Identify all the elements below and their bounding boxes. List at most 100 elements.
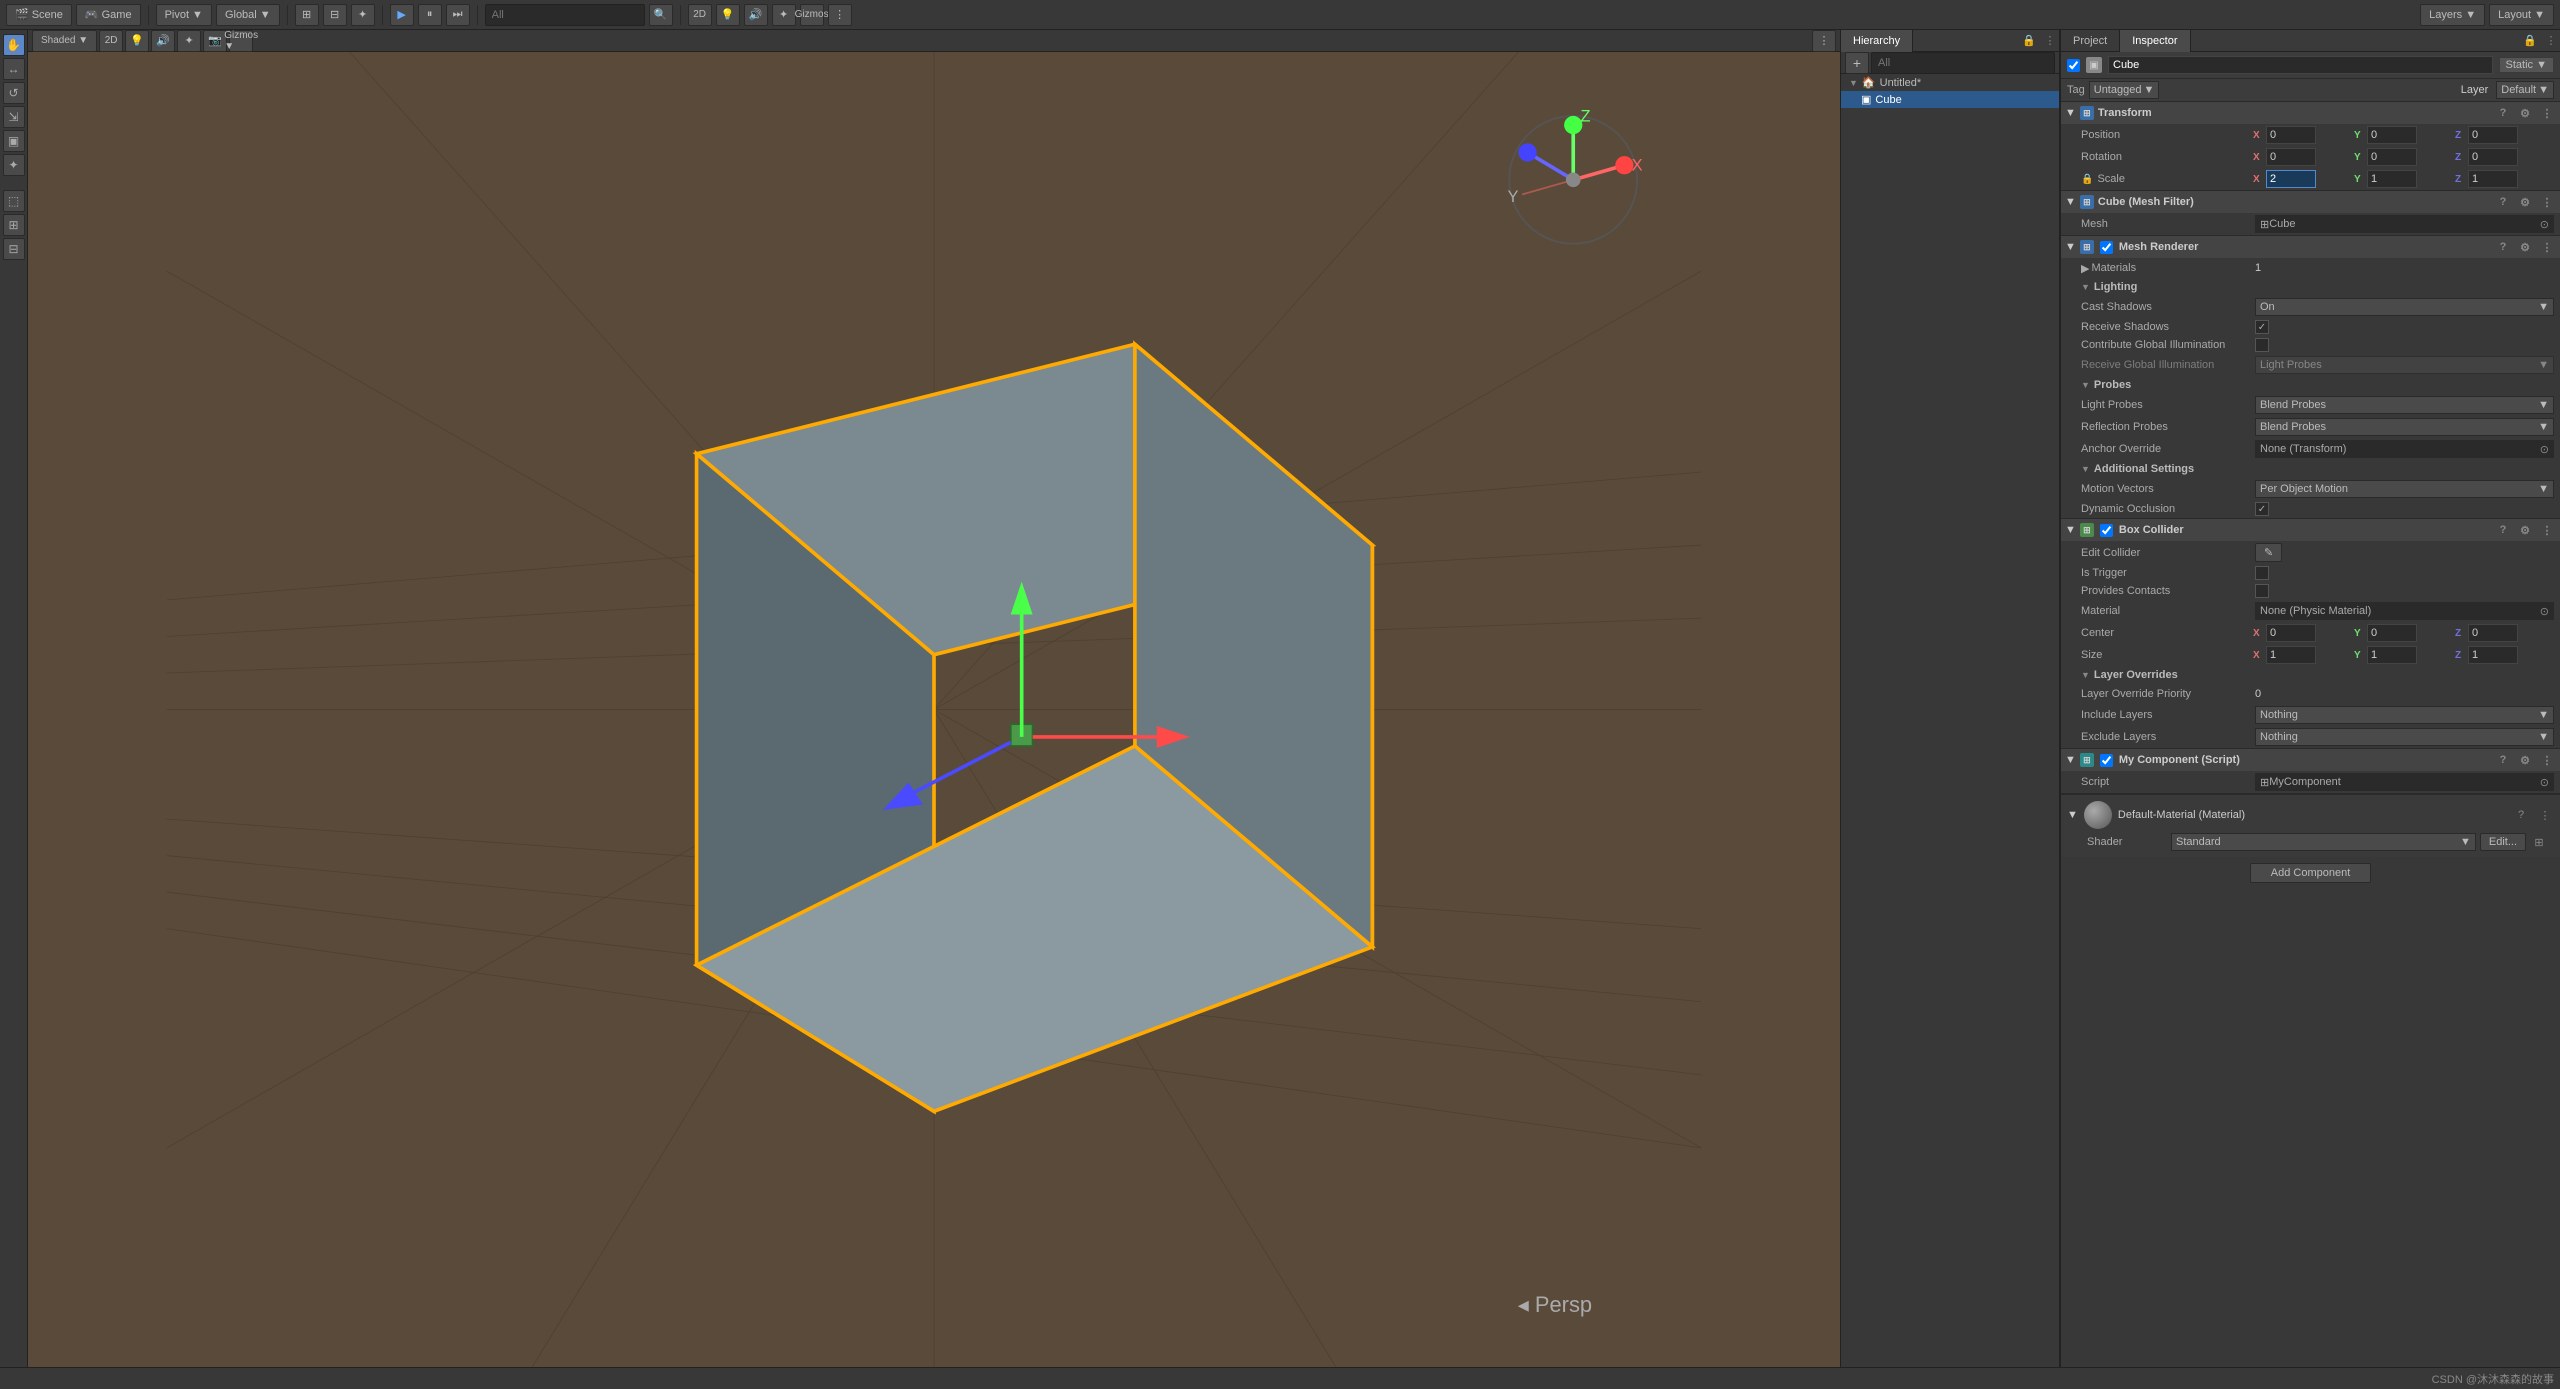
hierarchy-search[interactable] [1871,52,2055,74]
material-header[interactable]: ▼ Default-Material (Material) ? ⋮ [2067,799,2554,831]
provides-contacts-check[interactable] [2255,584,2269,598]
material-expand-icon[interactable]: ⊞ [2530,833,2548,851]
position-z-input[interactable] [2468,126,2518,144]
move-tool[interactable]: ↔ [3,58,25,80]
mesh-ref-field[interactable]: ⊞ Cube ⊙ [2255,215,2554,233]
tag-dropdown[interactable]: Untagged▼ [2089,81,2160,99]
project-tab[interactable]: Project [2061,30,2120,52]
reflection-probes-dropdown[interactable]: Blend Probes ▼ [2255,418,2554,436]
material-help-icon[interactable]: ? [2512,806,2530,824]
motion-vectors-dropdown[interactable]: Per Object Motion ▼ [2255,480,2554,498]
inspector-more-icon[interactable]: ⋮ [2542,32,2560,50]
rect-tool[interactable]: ▣ [3,130,25,152]
play-btn[interactable]: ▶ [390,4,414,26]
materials-arrow[interactable]: ▶ [2081,262,2089,275]
inspector-tab[interactable]: Inspector [2120,30,2190,52]
box-collider-help-icon[interactable]: ? [2494,521,2512,539]
size-z-input[interactable] [2468,646,2518,664]
static-btn[interactable]: Static ▼ [2499,57,2554,73]
mesh-filter-more-icon[interactable]: ⋮ [2538,193,2556,211]
contribute-gi-check[interactable] [2255,338,2269,352]
mesh-pick-icon[interactable]: ⊙ [2540,218,2549,231]
is-trigger-check[interactable] [2255,566,2269,580]
pivot-btn[interactable]: Pivot ▼ [156,4,212,26]
shading-btn[interactable]: Shaded ▼ [32,30,97,52]
lighting-section-label[interactable]: ▼ Lighting [2061,278,2560,296]
2d-scene-btn[interactable]: 2D [99,30,123,52]
scene-fx-btn[interactable]: ✦ [177,30,201,52]
scale-y-input[interactable] [2367,170,2417,188]
collider-material-pick-icon[interactable]: ⊙ [2540,605,2549,618]
game-tab-btn[interactable]: 🎮 Game [76,4,141,26]
grid-snap-btn[interactable]: ⊞ [295,4,319,26]
scale-z-input[interactable] [2468,170,2518,188]
active-checkbox[interactable] [2067,59,2080,72]
size-x-input[interactable] [2266,646,2316,664]
layout-btn[interactable]: Layout▼ [2489,4,2554,26]
shader-dropdown[interactable]: Standard ▼ [2171,833,2476,851]
receive-shadows-check[interactable]: ✓ [2255,320,2269,334]
transform-more-icon[interactable]: ⋮ [2538,104,2556,122]
box-collider-enable[interactable] [2100,524,2113,537]
material-more-icon[interactable]: ⋮ [2536,806,2554,824]
pause-btn[interactable]: ⏸ [418,4,442,26]
scene-gizmos-btn[interactable]: Gizmos ▼ [229,30,253,52]
scale-lock-icon[interactable]: 🔒 [2081,174,2093,185]
center-y-input[interactable] [2367,624,2417,642]
layer-dropdown[interactable]: Default▼ [2496,81,2554,99]
rotation-x-input[interactable] [2266,148,2316,166]
my-component-enable[interactable] [2100,754,2113,767]
size-y-input[interactable] [2367,646,2417,664]
mesh-renderer-settings-icon[interactable]: ⚙ [2516,238,2534,256]
light-probes-dropdown[interactable]: Blend Probes ▼ [2255,396,2554,414]
hierarchy-tab[interactable]: Hierarchy [1841,30,1913,52]
scene-tab-btn[interactable]: 🎬 Scene [6,4,72,26]
fx-btn[interactable]: ✦ [772,4,796,26]
mesh-filter-header[interactable]: ▼ ⊞ Cube (Mesh Filter) ? ⚙ ⋮ [2061,191,2560,213]
hierarchy-untitled[interactable]: ▼ 🏠 Untitled* [1841,74,2059,91]
script-ref-field[interactable]: ⊞ MyComponent ⊙ [2255,773,2554,791]
mesh-renderer-more-icon[interactable]: ⋮ [2538,238,2556,256]
receive-gi-dropdown[interactable]: Light Probes ▼ [2255,356,2554,374]
hierarchy-cube[interactable]: ▣ Cube [1841,91,2059,108]
include-layers-dropdown[interactable]: Nothing ▼ [2255,706,2554,724]
mesh-renderer-header[interactable]: ▼ ⊞ Mesh Renderer ? ⚙ ⋮ [2061,236,2560,258]
transform-header[interactable]: ▼ ⊞ Transform ? ⚙ ⋮ [2061,102,2560,124]
gizmos-btn[interactable]: Gizmos [800,4,824,26]
more-btn[interactable]: ⋮ [828,4,852,26]
transform-settings-icon[interactable]: ⚙ [2516,104,2534,122]
mesh-filter-settings-icon[interactable]: ⚙ [2516,193,2534,211]
collider-material-field[interactable]: None (Physic Material) ⊙ [2255,602,2554,620]
step-btn[interactable]: ⏭ [446,4,470,26]
box-collider-more-icon[interactable]: ⋮ [2538,521,2556,539]
script-pick-icon[interactable]: ⊙ [2540,776,2549,789]
anchor-pick-icon[interactable]: ⊙ [2540,443,2549,456]
scene-more-btn[interactable]: ⋮ [1812,30,1836,52]
position-x-input[interactable] [2266,126,2316,144]
search-icon[interactable]: 🔍 [649,4,673,26]
snap-btn[interactable]: ⊟ [323,4,347,26]
editor-tool-2[interactable]: ⊞ [3,214,25,236]
editor-tool-1[interactable]: ⬚ [3,190,25,212]
scene-audio-btn[interactable]: 🔊 [151,30,175,52]
edit-collider-btn[interactable]: ✎ [2255,543,2282,562]
transform-tool[interactable]: ✦ [3,154,25,176]
cast-shadows-dropdown[interactable]: On ▼ [2255,298,2554,316]
center-z-input[interactable] [2468,624,2518,642]
scene-view[interactable]: Shaded ▼ 2D 💡 🔊 ✦ 📷 Gizmos ▼ ⋮ [28,30,1840,1367]
hand-tool[interactable]: ✋ [3,34,25,56]
additional-settings-label[interactable]: ▼ Additional Settings [2061,460,2560,478]
position-y-input[interactable] [2367,126,2417,144]
exclude-layers-dropdown[interactable]: Nothing ▼ [2255,728,2554,746]
box-collider-header[interactable]: ▼ ⊞ Box Collider ? ⚙ ⋮ [2061,519,2560,541]
anchor-ref-field[interactable]: None (Transform) ⊙ [2255,440,2554,458]
layer-overrides-label[interactable]: ▼ Layer Overrides [2061,666,2560,684]
mesh-renderer-enable[interactable] [2100,241,2113,254]
audio-btn[interactable]: 🔊 [744,4,768,26]
hierarchy-lock-icon[interactable]: 🔒 [2020,32,2038,50]
transform-help-icon[interactable]: ? [2494,104,2512,122]
editor-tool-3[interactable]: ⊟ [3,238,25,260]
2d-btn[interactable]: 2D [688,4,712,26]
center-x-input[interactable] [2266,624,2316,642]
my-component-help-icon[interactable]: ? [2494,751,2512,769]
